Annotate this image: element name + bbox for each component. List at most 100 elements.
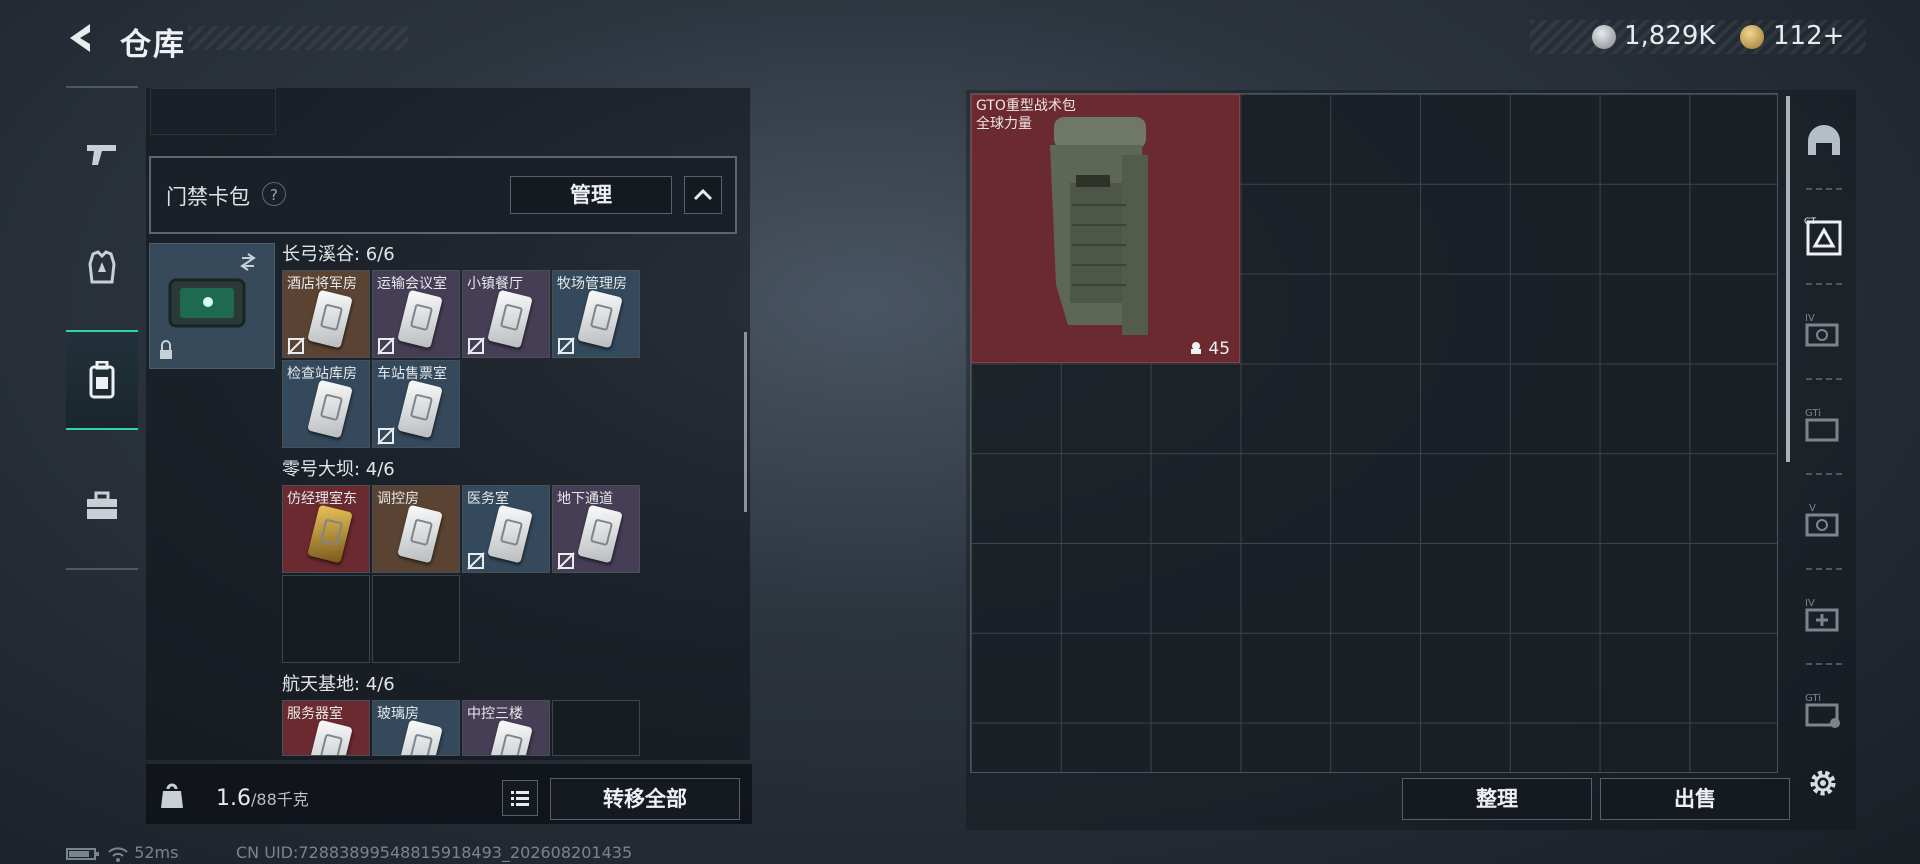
capacity-icon	[1191, 342, 1201, 354]
item-name: GTO重型战术包	[976, 98, 1076, 114]
gear-icon	[1810, 770, 1836, 796]
no-trade-icon	[287, 337, 305, 355]
battery-icon	[66, 847, 99, 860]
back-arrow-icon	[70, 24, 90, 52]
keycard-slot[interactable]: 酒店将军房	[282, 270, 370, 358]
no-trade-icon	[557, 337, 575, 355]
no-trade-icon	[467, 552, 485, 570]
svg-text:GTi: GTi	[1805, 693, 1821, 704]
gun-icon	[87, 145, 116, 165]
svg-text:IV: IV	[1805, 313, 1815, 324]
back-button[interactable]	[64, 20, 98, 56]
keycard-icon	[487, 289, 533, 349]
empty-keycard-slot[interactable]	[552, 700, 640, 756]
sort-button[interactable]: 整理	[1402, 778, 1592, 820]
page-title: 仓库	[120, 27, 186, 63]
chevron-up-icon	[693, 188, 713, 201]
item-count-value: 45	[1208, 339, 1231, 359]
keycard-icon	[307, 719, 353, 755]
keycard-icon	[307, 379, 353, 439]
keycard-icon	[397, 289, 443, 349]
tab-helmet[interactable]	[1794, 96, 1854, 186]
tab-gti-case-2[interactable]: GTi	[1794, 666, 1854, 756]
keycard-slot[interactable]: 仿经理室东	[282, 485, 370, 573]
section-title: 航天基地: 4/6	[282, 674, 395, 695]
left-category-rail	[66, 86, 138, 570]
title-decoration	[188, 26, 408, 50]
item-count: 45	[1189, 339, 1230, 359]
backpack-icon	[89, 361, 115, 399]
empty-keycard-slot[interactable]	[372, 575, 460, 663]
keycard-holder-item[interactable]	[149, 243, 275, 369]
keycard-icon	[577, 504, 623, 564]
keycard-slot[interactable]: 服务器室	[282, 700, 370, 756]
keycard-slot[interactable]: 车站售票室	[372, 360, 460, 448]
manage-button[interactable]: 管理	[510, 176, 672, 214]
keycard-icon	[397, 504, 443, 564]
currency-bar: 1,829K 112+	[1530, 20, 1866, 54]
current-weight: 1.6	[216, 786, 251, 811]
backpack-item-label: GTO重型战术包 全球力量	[976, 97, 1076, 133]
no-trade-icon	[467, 337, 485, 355]
empty-keycard-slot[interactable]	[282, 575, 370, 663]
keycard-slot[interactable]: 玻璃房	[372, 700, 460, 756]
no-trade-icon	[377, 337, 395, 355]
container-tabs: GT IV GTi V IV GTi	[1794, 96, 1854, 776]
keycard-icon	[307, 289, 353, 349]
keycard-slot[interactable]: 小镇餐厅	[462, 270, 550, 358]
network-status: 52ms	[66, 843, 178, 862]
svg-text:IV: IV	[1805, 598, 1815, 609]
sell-button[interactable]: 出售	[1600, 778, 1790, 820]
helmet-tab-icon	[1808, 125, 1840, 155]
tab-v-case[interactable]: V	[1794, 476, 1854, 566]
weight-readout: 1.6/88千克	[216, 786, 309, 811]
transfer-all-button[interactable]: 转移全部	[550, 778, 740, 820]
gti-case-2-icon: GTi	[1805, 693, 1840, 728]
panel-scrollbar[interactable]	[744, 332, 747, 512]
iv-plus-case-icon: IV	[1805, 598, 1839, 632]
list-view-button[interactable]	[502, 780, 538, 816]
section-title: 零号大坝: 4/6	[282, 459, 395, 480]
keycard-slot[interactable]: 运输会议室	[372, 270, 460, 358]
card-bag-label: 门禁卡包	[166, 185, 250, 209]
no-trade-icon	[377, 427, 395, 445]
keycard-slot[interactable]: 地下通道	[552, 485, 640, 573]
rail-item-backpack[interactable]	[66, 330, 138, 430]
previous-slot[interactable]	[150, 88, 276, 135]
item-subtitle: 全球力量	[976, 116, 1032, 132]
section-title: 长弓溪谷: 6/6	[282, 244, 395, 265]
keycard-icon	[487, 504, 533, 564]
briefcase-icon	[87, 491, 117, 519]
gti-case-icon: GTi	[1805, 408, 1839, 442]
tab-iv-case[interactable]: IV	[1794, 286, 1854, 376]
gold-coin-icon	[1740, 25, 1764, 49]
silver-coin-icon	[1592, 25, 1616, 49]
keycard-icon	[307, 504, 353, 564]
keycard-icon	[397, 379, 443, 439]
gold-coin-value[interactable]: 112+	[1773, 21, 1844, 51]
latency: 52ms	[134, 843, 179, 862]
keycard-slot[interactable]: 调控房	[372, 485, 460, 573]
backpack-item[interactable]	[971, 94, 1240, 363]
tab-iv-plus-case[interactable]: IV	[1794, 571, 1854, 661]
svg-text:V: V	[1809, 503, 1816, 514]
tab-gt-case[interactable]: GT	[1794, 191, 1854, 281]
armor-icon	[88, 250, 116, 284]
help-icon[interactable]: ?	[262, 182, 286, 206]
keycard-icon	[577, 289, 623, 349]
rail-item-armor[interactable]	[66, 218, 138, 318]
keycard-slot[interactable]: 检查站库房	[282, 360, 370, 448]
settings-button[interactable]	[1806, 766, 1840, 800]
list-icon	[511, 791, 529, 806]
keycard-slot[interactable]: 中控三楼	[462, 700, 550, 756]
tab-gti-case[interactable]: GTi	[1794, 381, 1854, 471]
collapse-button[interactable]	[684, 176, 722, 214]
keycard-slot[interactable]: 牧场管理房	[552, 270, 640, 358]
rail-item-case[interactable]	[66, 456, 138, 556]
keycard-slot[interactable]: 医务室	[462, 485, 550, 573]
backpack-item-image	[1050, 117, 1148, 335]
stash-scrollbar[interactable]	[1786, 96, 1790, 462]
weight-icon	[160, 781, 184, 809]
rail-item-weapons[interactable]	[66, 104, 138, 204]
no-trade-icon	[557, 552, 575, 570]
